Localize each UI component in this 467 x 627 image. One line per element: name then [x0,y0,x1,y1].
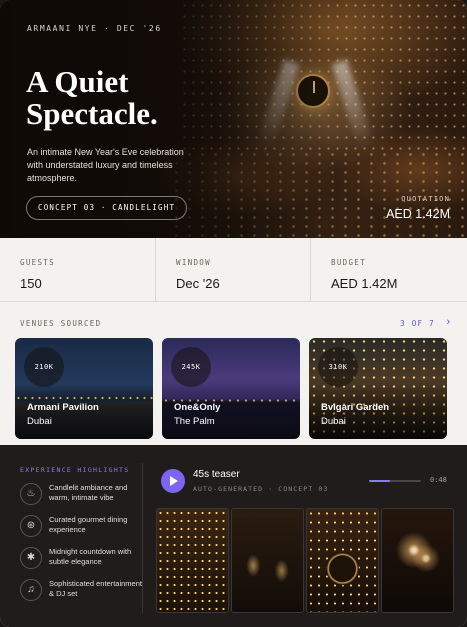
stat-budget: BUDGET AED 1.42M [310,238,467,302]
capacity-badge: 245K [171,347,211,387]
highlight-text: Curated gourmet dining experience [49,515,128,534]
candle-icon: ♨ [20,483,42,505]
venues-heading: VENUES SOURCED [20,319,102,328]
venue-name: One&Only [174,402,221,413]
venue-card[interactable]: 310K Bvlgari Garden Dubai [309,338,447,439]
venue-name: Bvlgari Garden [321,402,390,413]
teaser-frame-thumbnail[interactable] [231,508,304,613]
teaser-frame-thumbnail[interactable] [156,508,229,613]
teaser-subtitle: AUTO-GENERATED · CONCEPT 03 [193,485,329,493]
highlights-heading: EXPERIENCE HIGHLIGHTS [20,466,130,474]
stats-bar: GUESTS 150 WINDOW Dec '26 BUDGET AED 1.4… [0,238,467,302]
concept-card: ARMAANI NYE · DEC '26 A Quiet Spectacle.… [0,0,467,627]
title-line-1: A Quiet [26,64,129,99]
hero-eyebrow: ARMAANI NYE · DEC '26 [27,24,162,33]
highlight-item: ♨ Candlelit ambiance and warm, intimate … [20,483,148,513]
venues-section: VENUES SOURCED 3 OF 7 › 210K Armani Pavi… [0,302,467,445]
highlight-item: ♫ Sophisticated entertainment & DJ set [20,579,148,609]
teaser-frame-thumbnail[interactable] [381,508,454,613]
highlight-item: ⊛ Curated gourmet dining experience [20,515,148,545]
highlight-text: Sophisticated entertainment & DJ set [49,579,142,598]
progress-fill [369,480,390,482]
teaser-title: 45s teaser [193,469,240,480]
stat-window: WINDOW Dec '26 [155,238,310,302]
stat-value: Dec '26 [176,276,220,291]
venue-city: Dubai [27,416,52,427]
venue-city: Dubai [321,416,346,427]
teaser-time: 0:48 [430,476,447,484]
quotation-label: QUOTATION [401,195,450,203]
sparkle-icon: ✱ [20,547,42,569]
panel-divider [142,463,143,613]
highlight-text: Midnight countdown with subtle elegance [49,547,132,566]
stat-value: AED 1.42M [331,276,398,291]
highlight-text: Candlelit ambiance and warm, intimate vi… [49,483,128,502]
hero-banner: ARMAANI NYE · DEC '26 A Quiet Spectacle.… [0,0,467,238]
highlight-item: ✱ Midnight countdown with subtle eleganc… [20,547,148,577]
music-note-icon: ♫ [20,579,42,601]
stat-guests: GUESTS 150 [0,238,155,302]
stat-label: WINDOW [176,258,211,267]
hero-description: An intimate New Year's Eve celebration w… [27,147,184,183]
page-title: A Quiet Spectacle. [26,66,226,130]
play-button[interactable] [161,469,185,493]
venue-city: The Palm [174,416,215,427]
stat-value: 150 [20,276,42,291]
concept-pill-button[interactable]: CONCEPT 03 · CANDLELIGHT [26,196,188,220]
stat-label: BUDGET [331,258,366,267]
progress-bar[interactable] [369,480,421,482]
title-line-2: Spectacle. [26,96,158,131]
capacity-badge: 210K [24,347,64,387]
quotation-value: AED 1.42M [386,207,450,221]
venue-card[interactable]: 210K Armani Pavilion Dubai [15,338,153,439]
venue-name: Armani Pavilion [27,402,99,413]
venue-card[interactable]: 245K One&Only The Palm [162,338,300,439]
venues-pagination: 3 OF 7 [400,319,435,328]
stat-label: GUESTS [20,258,55,267]
capacity-badge: 310K [318,347,358,387]
experience-panel: EXPERIENCE HIGHLIGHTS ♨ Candlelit ambian… [0,445,467,627]
dish-icon: ⊛ [20,515,42,537]
chevron-right-icon[interactable]: › [446,316,450,328]
teaser-frame-thumbnail[interactable] [306,508,379,613]
